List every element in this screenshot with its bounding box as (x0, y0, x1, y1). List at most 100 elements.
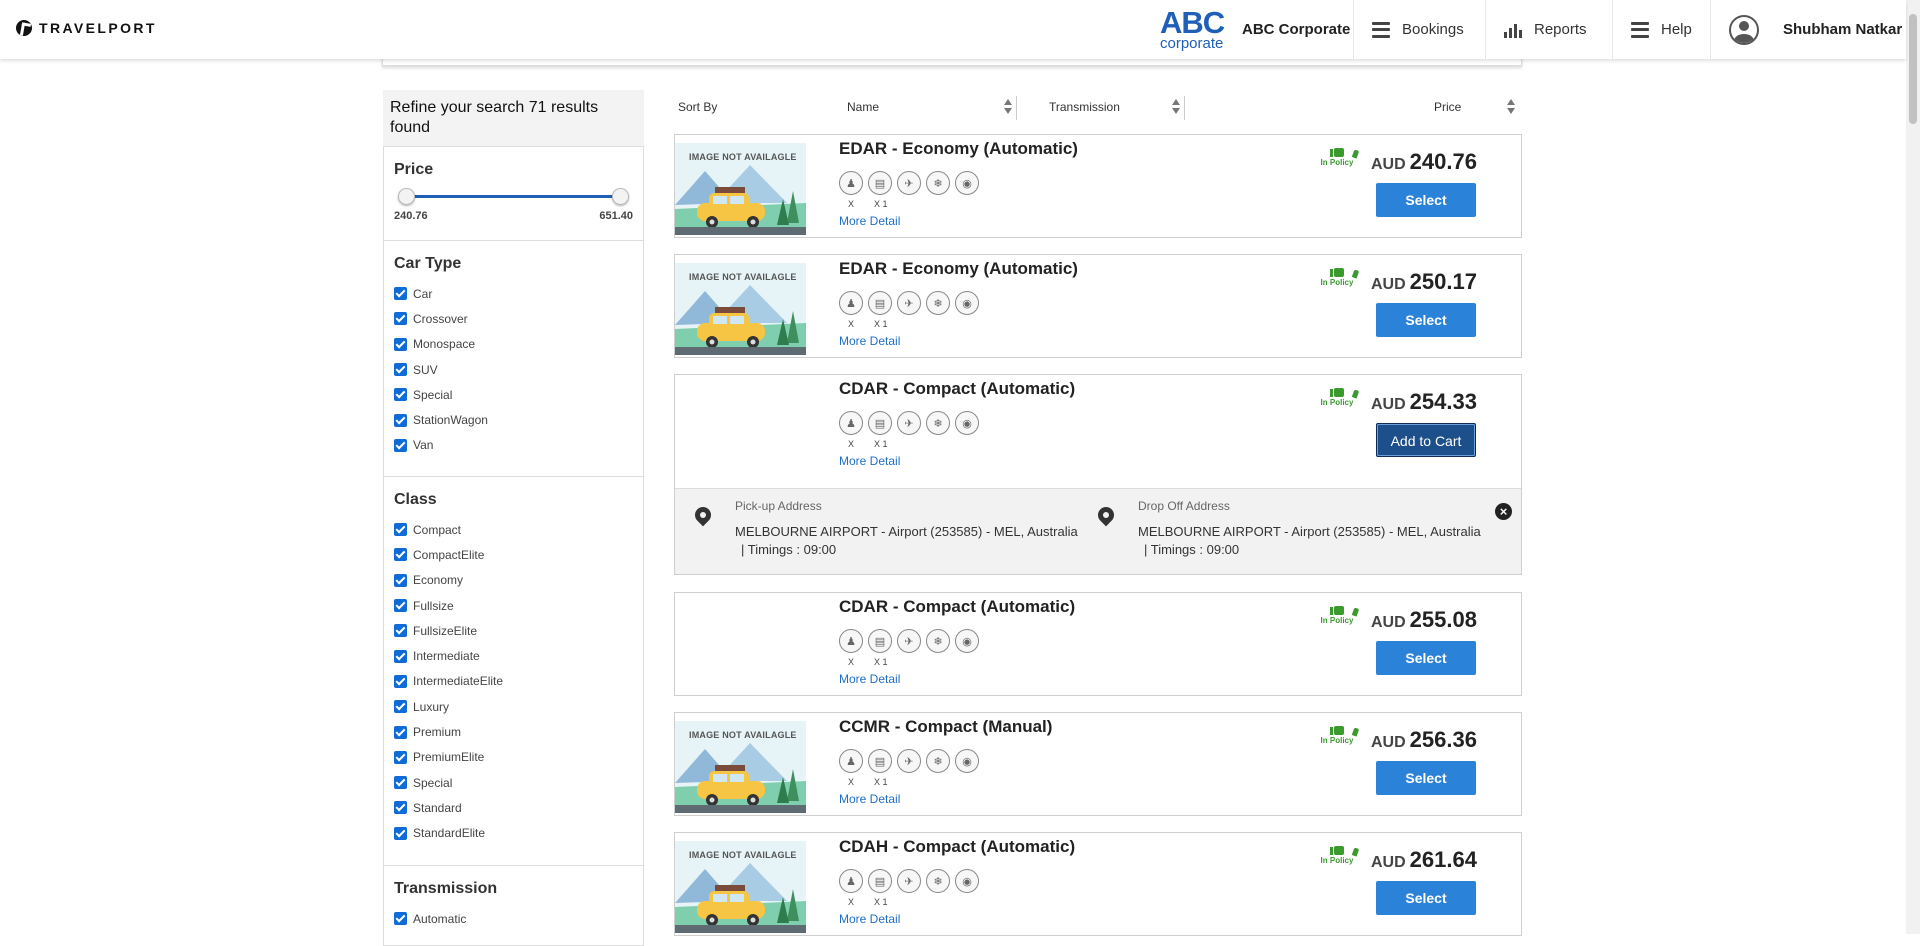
brand-name: TRAVELPORT (39, 20, 157, 36)
filter-option[interactable]: Special (394, 770, 633, 795)
transmission-icon: ◉ (955, 629, 979, 653)
nav-reports[interactable]: Reports (1485, 0, 1612, 59)
filter-option[interactable]: FullsizeElite (394, 618, 633, 643)
checkbox-checked-icon[interactable] (394, 438, 407, 452)
more-detail-link[interactable]: More Detail (839, 912, 900, 926)
sort-price[interactable]: Price (1434, 100, 1461, 114)
checkbox-checked-icon[interactable] (394, 826, 407, 840)
filter-option[interactable]: Economy (394, 568, 633, 593)
filter-option-label: PremiumElite (413, 750, 485, 765)
more-detail-link[interactable]: More Detail (839, 334, 900, 348)
car-features: ♟ ▤ ✈ ❄ ◉ (839, 869, 979, 893)
passenger-count: X (848, 897, 855, 907)
car-features: ♟ ▤ ✈ ❄ ◉ (839, 749, 979, 773)
checkbox-checked-icon[interactable] (394, 725, 407, 739)
sort-name-arrows-icon[interactable] (1003, 98, 1013, 116)
nav-help[interactable]: Help (1612, 0, 1710, 59)
nav-help-label: Help (1661, 21, 1692, 38)
add-to-cart-button[interactable]: Add to Cart (1376, 423, 1476, 457)
pickup-address: MELBOURNE AIRPORT - Airport (253585) - M… (735, 524, 1078, 539)
car-price: AUD 250.17 (1371, 269, 1477, 295)
filter-option[interactable]: Luxury (394, 694, 633, 719)
nav-bookings[interactable]: Bookings (1353, 0, 1485, 59)
filter-option[interactable]: IntermediateElite (394, 669, 633, 694)
checkbox-checked-icon[interactable] (394, 912, 407, 926)
car-result-card: CDAR - Compact (Automatic) ♟ ▤ ✈ ❄ ◉ X X 1 More … (674, 592, 1522, 696)
checkbox-checked-icon[interactable] (394, 801, 407, 815)
car-features: ♟ ▤ ✈ ❄ ◉ (839, 411, 979, 435)
filter-option[interactable]: Special (394, 382, 633, 407)
sort-price-arrows-icon[interactable] (1506, 98, 1516, 116)
filter-option[interactable]: CompactElite (394, 542, 633, 567)
price-slider-min-handle[interactable] (398, 188, 415, 205)
checkbox-checked-icon[interactable] (394, 750, 407, 764)
filter-option[interactable]: Van (394, 433, 633, 458)
select-button[interactable]: Select (1376, 641, 1476, 675)
filter-option[interactable]: Compact (394, 517, 633, 542)
more-detail-link[interactable]: More Detail (839, 672, 900, 686)
location-pin-icon (1098, 507, 1114, 529)
checkbox-checked-icon[interactable] (394, 624, 407, 638)
checkbox-checked-icon[interactable] (394, 649, 407, 663)
car-price: AUD 261.64 (1371, 847, 1477, 873)
checkbox-checked-icon[interactable] (394, 674, 407, 688)
checkbox-checked-icon[interactable] (394, 413, 407, 427)
checkbox-checked-icon[interactable] (394, 573, 407, 587)
sort-divider (1184, 96, 1185, 120)
checkbox-checked-icon[interactable] (394, 363, 407, 377)
car-title: CCMR - Compact (Manual) (839, 717, 1053, 736)
filter-option[interactable]: Monospace (394, 332, 633, 357)
filter-option[interactable]: Fullsize (394, 593, 633, 618)
car-result-card: IMAGE NOT AVAILAGLE EDAR - Economy (Autom… (674, 134, 1522, 238)
select-button[interactable]: Select (1376, 183, 1476, 217)
filter-option[interactable]: StandardElite (394, 821, 633, 846)
class-filter: Class Compact CompactElite Economy Fullsize… (384, 477, 643, 866)
car-type-list: Car Crossover Monospace SUV Special StationWa… (394, 281, 633, 458)
filter-panel: Price 240.76 651.40 Car Type Car Crossove… (383, 146, 644, 946)
car-features: ♟ ▤ ✈ ❄ ◉ (839, 291, 979, 315)
close-icon[interactable]: × (1495, 503, 1512, 520)
car-image: IMAGE NOT AVAILAGLE (675, 263, 806, 355)
checkbox-checked-icon[interactable] (394, 287, 407, 301)
filter-option[interactable]: PremiumElite (394, 745, 633, 770)
select-button[interactable]: Select (1376, 303, 1476, 337)
air-conditioning-icon: ❄ (926, 629, 950, 653)
filter-option[interactable]: SUV (394, 357, 633, 382)
checkbox-checked-icon[interactable] (394, 388, 407, 402)
sort-by-label: Sort By (678, 100, 718, 114)
filter-option[interactable]: Standard (394, 795, 633, 820)
price-value: 254.33 (1409, 389, 1477, 414)
checkbox-checked-icon[interactable] (394, 776, 407, 790)
select-button[interactable]: Select (1376, 761, 1476, 795)
checkbox-checked-icon[interactable] (394, 548, 407, 562)
more-detail-link[interactable]: More Detail (839, 792, 900, 806)
user-menu[interactable]: Shubham Natkar (1710, 0, 1906, 59)
filter-option-label: Van (413, 438, 434, 453)
more-detail-link[interactable]: More Detail (839, 214, 900, 228)
more-detail-link[interactable]: More Detail (839, 454, 900, 468)
price-value: 256.36 (1409, 727, 1477, 752)
sort-transmission-arrows-icon[interactable] (1171, 98, 1181, 116)
checkbox-checked-icon[interactable] (394, 523, 407, 537)
filter-option[interactable]: Car (394, 281, 633, 306)
filter-option[interactable]: Premium (394, 719, 633, 744)
price-range-slider[interactable] (398, 187, 629, 207)
select-button[interactable]: Select (1376, 881, 1476, 915)
checkbox-checked-icon[interactable] (394, 700, 407, 714)
page-scrollbar[interactable] (1906, 0, 1920, 934)
checkbox-checked-icon[interactable] (394, 599, 407, 613)
filter-option[interactable]: Crossover (394, 306, 633, 331)
checkbox-checked-icon[interactable] (394, 337, 407, 351)
filter-option[interactable]: StationWagon (394, 407, 633, 432)
car-seat-icon: ✈ (897, 869, 921, 893)
price-slider-max-handle[interactable] (612, 188, 629, 205)
scrollbar-thumb[interactable] (1909, 14, 1917, 124)
filter-option-label: StationWagon (413, 413, 488, 428)
travelport-logo[interactable]: TRAVELPORT (16, 20, 157, 36)
sort-name[interactable]: Name (847, 100, 879, 114)
sort-transmission[interactable]: Transmission (1049, 100, 1120, 114)
filter-option[interactable]: Automatic (394, 906, 633, 931)
checkbox-checked-icon[interactable] (394, 312, 407, 326)
filter-option[interactable]: Intermediate (394, 643, 633, 668)
image-not-available-label: IMAGE NOT AVAILAGLE (689, 272, 797, 282)
